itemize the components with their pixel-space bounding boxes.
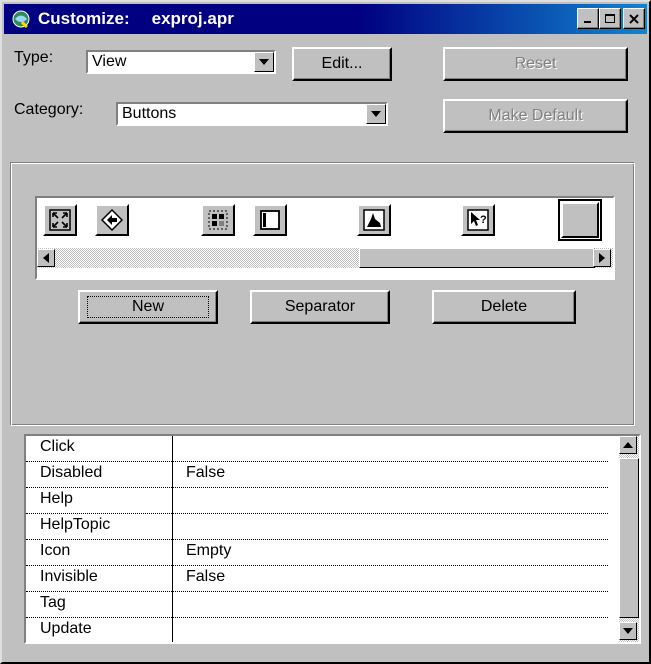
- select-features-icon: [208, 210, 228, 230]
- property-row[interactable]: HelpTopic: [26, 514, 608, 540]
- select-features-tool[interactable]: [201, 204, 235, 236]
- category-select-value: Buttons: [122, 105, 177, 122]
- property-name: HelpTopic: [40, 516, 111, 533]
- arrow-left-icon: [43, 253, 49, 263]
- arrow-up-icon: [623, 442, 633, 448]
- arrow-right-icon: [599, 253, 605, 263]
- zoom-previous-tool[interactable]: [95, 204, 129, 236]
- scroll-left-button[interactable]: [37, 249, 55, 267]
- chevron-down-icon: [371, 111, 381, 117]
- type-dropdown-button[interactable]: [254, 52, 274, 72]
- category-dropdown-button[interactable]: [366, 104, 386, 124]
- legend-tool[interactable]: [253, 204, 287, 236]
- property-row[interactable]: Icon Empty: [26, 540, 608, 566]
- property-name: Tag: [40, 594, 66, 611]
- property-value[interactable]: False: [186, 568, 225, 586]
- properties-vertical-scrollbar[interactable]: [619, 436, 639, 642]
- minimize-icon: [584, 20, 591, 23]
- customize-app-icon: [12, 10, 30, 29]
- property-value[interactable]: False: [186, 464, 225, 482]
- svg-text:?: ?: [480, 214, 487, 226]
- window-title-prefix: Customize:: [38, 9, 130, 28]
- histogram-icon: [363, 209, 385, 231]
- property-name: Help: [40, 490, 73, 507]
- property-row[interactable]: Help: [26, 488, 608, 514]
- close-icon: [629, 13, 639, 24]
- property-row[interactable]: Click: [26, 436, 608, 462]
- property-name: Disabled: [40, 464, 103, 481]
- customize-window: Customize: exproj.apr Type: View Edit...…: [0, 0, 651, 664]
- toolbar-preview[interactable]: ?: [35, 196, 615, 280]
- type-select-value: View: [92, 53, 127, 70]
- zoom-extent-tool[interactable]: [43, 204, 77, 236]
- property-name: Icon: [40, 542, 71, 559]
- arrow-down-icon: [623, 628, 633, 634]
- property-row[interactable]: Disabled False: [26, 462, 608, 488]
- new-button-label: New: [131, 298, 164, 315]
- zoom-previous-icon: [101, 209, 123, 231]
- category-select[interactable]: Buttons: [116, 102, 388, 126]
- scroll-up-button[interactable]: [619, 436, 637, 454]
- zoom-extent-icon: [49, 209, 71, 231]
- histogram-tool[interactable]: [357, 204, 391, 236]
- chevron-down-icon: [259, 59, 269, 65]
- maximize-icon: [605, 13, 615, 23]
- property-row[interactable]: Invisible False: [26, 566, 608, 592]
- type-select[interactable]: View: [86, 50, 276, 74]
- vertical-scroll-thumb[interactable]: [619, 458, 639, 618]
- horizontal-scroll-thumb[interactable]: [359, 248, 595, 268]
- reset-button[interactable]: Reset: [443, 47, 628, 81]
- window-title-project: exproj.apr: [151, 9, 234, 28]
- property-name: Invisible: [40, 568, 98, 585]
- category-label: Category:: [14, 101, 84, 118]
- scroll-right-button[interactable]: [593, 249, 611, 267]
- property-name: Click: [40, 438, 75, 455]
- empty-button-tool[interactable]: [558, 199, 602, 241]
- toolbar-horizontal-scrollbar[interactable]: [37, 248, 613, 268]
- help-pointer-icon: ?: [467, 209, 489, 231]
- help-pointer-tool[interactable]: ?: [461, 204, 495, 236]
- property-row[interactable]: Tag: [26, 592, 608, 618]
- title-bar[interactable]: Customize: exproj.apr: [4, 4, 647, 34]
- empty-button-icon: [569, 209, 591, 231]
- edit-button[interactable]: Edit...: [292, 47, 392, 81]
- properties-grid[interactable]: Click Disabled False Help HelpTopic Icon Empty…: [24, 434, 641, 644]
- new-button[interactable]: New: [78, 290, 218, 324]
- focus-rectangle: New: [86, 296, 209, 318]
- close-button[interactable]: [623, 8, 645, 29]
- property-value[interactable]: Empty: [186, 542, 231, 560]
- maximize-button[interactable]: [599, 8, 621, 29]
- make-default-button[interactable]: Make Default: [443, 99, 628, 133]
- property-name: Update: [40, 620, 92, 637]
- legend-icon: [260, 210, 280, 230]
- separator-button[interactable]: Separator: [250, 290, 390, 324]
- scroll-down-button[interactable]: [619, 622, 637, 640]
- property-row[interactable]: Update: [26, 618, 608, 642]
- minimize-button[interactable]: [577, 8, 599, 29]
- type-label: Type:: [14, 49, 54, 66]
- delete-button[interactable]: Delete: [432, 290, 576, 324]
